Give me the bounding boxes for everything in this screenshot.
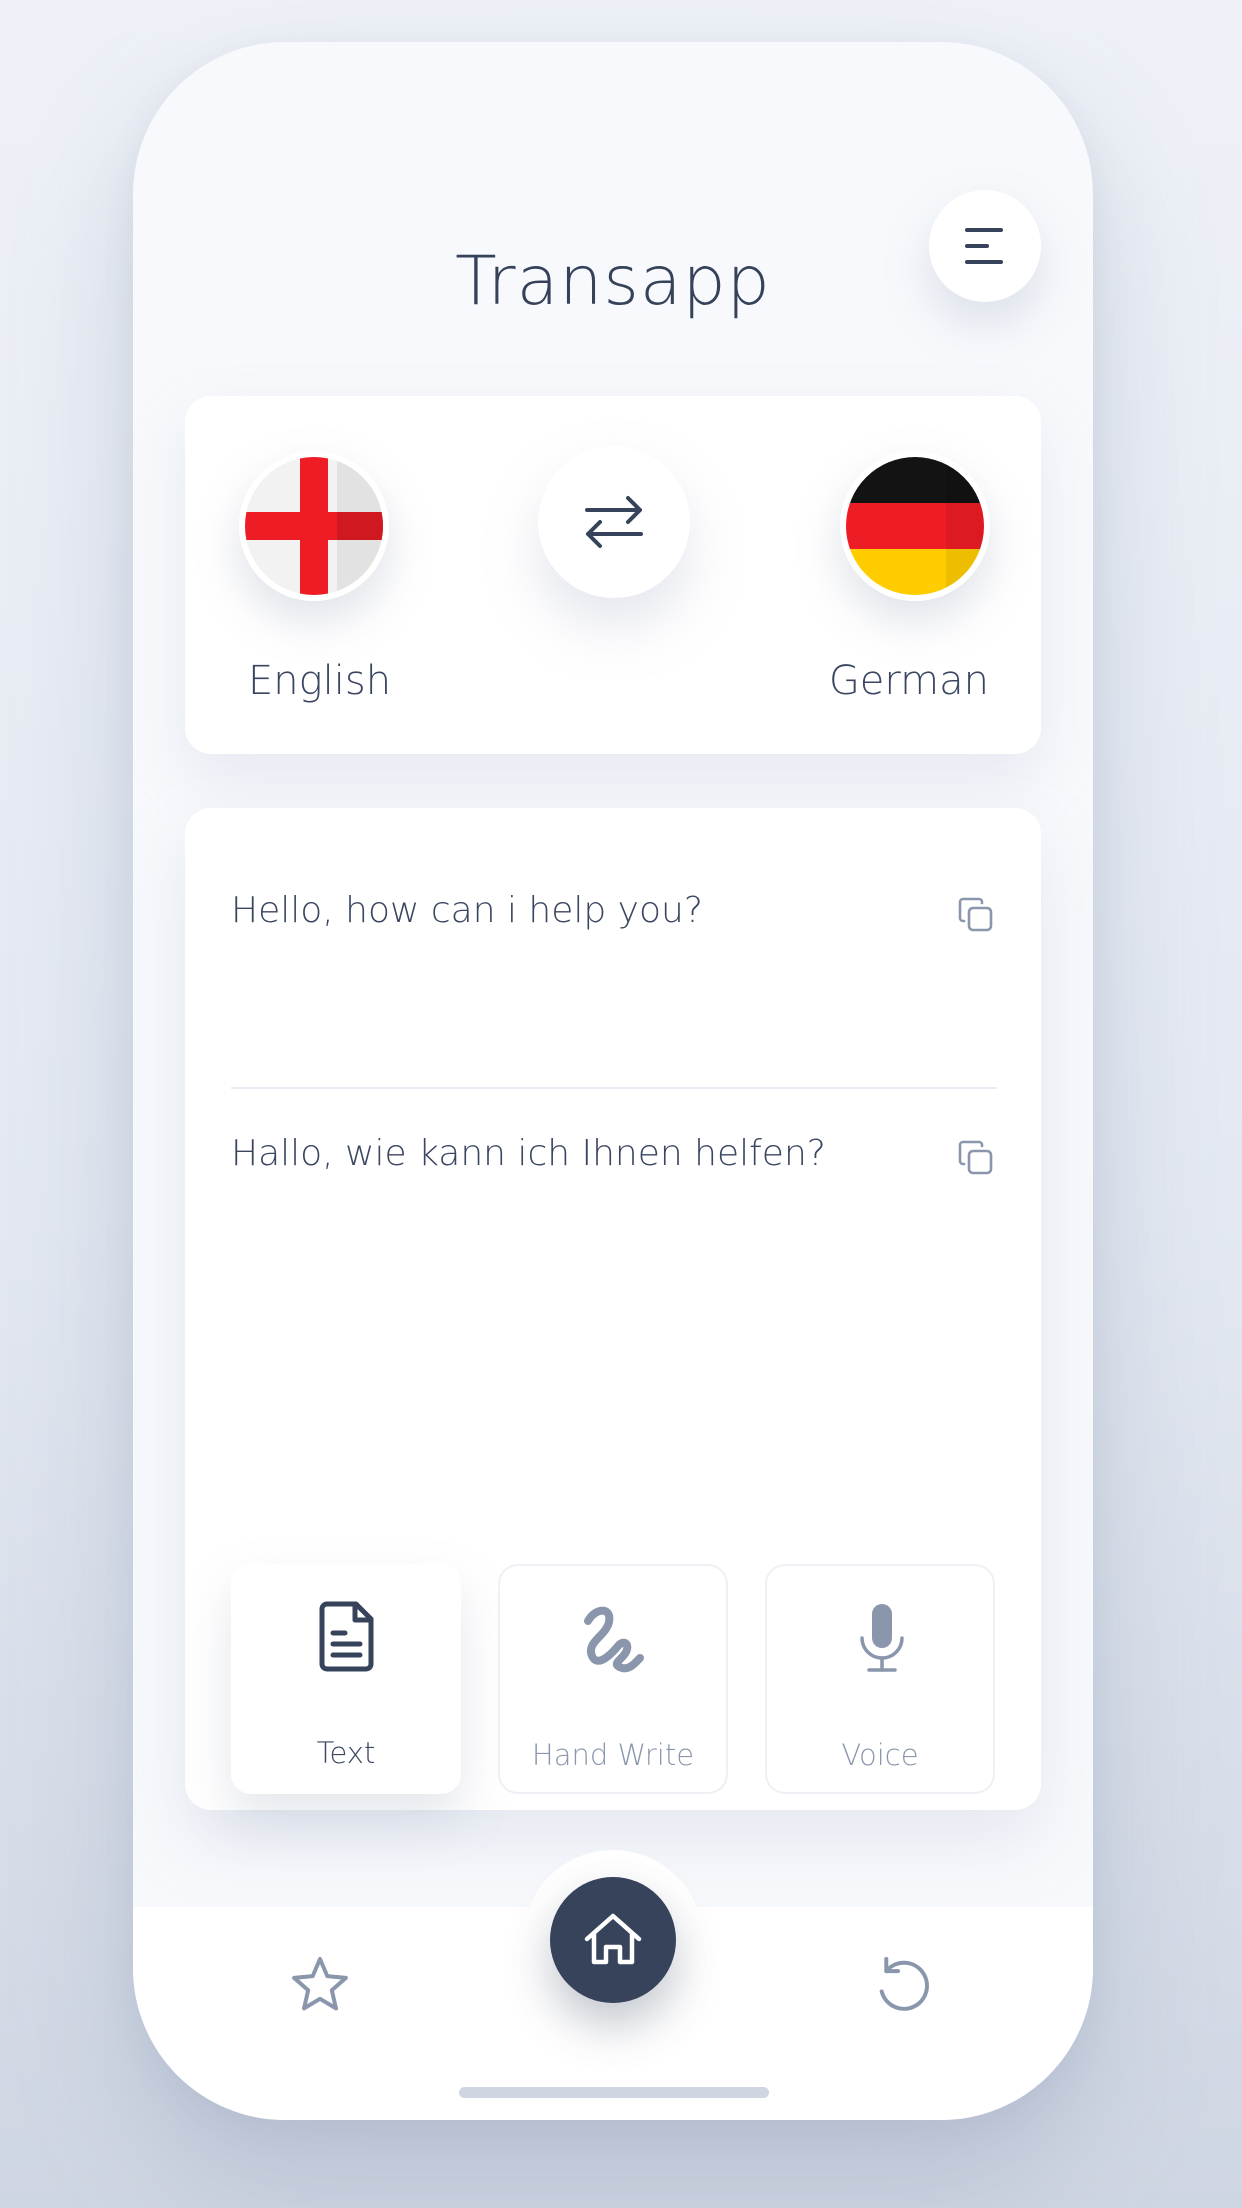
voice-mode-button[interactable]: Voice [765, 1564, 995, 1794]
home-indicator [459, 2087, 769, 2098]
phone-frame: Transapp English German Hello, how can i… [133, 42, 1093, 2120]
history-icon[interactable] [873, 1954, 935, 2016]
germany-flag-icon [846, 457, 984, 595]
translation-card: Hello, how can i help you? Hallo, wie ka… [185, 808, 1041, 1810]
england-flag-icon [245, 457, 383, 595]
target-language-label[interactable]: German [829, 658, 989, 704]
translated-text: Hallo, wie kann ich Ihnen helfen? [231, 1133, 826, 1174]
star-icon[interactable] [289, 1954, 351, 2016]
menu-icon [965, 228, 1003, 264]
copy-icon[interactable] [955, 894, 997, 936]
menu-button[interactable] [929, 190, 1041, 302]
divider [231, 1087, 997, 1089]
target-language-flag[interactable] [840, 451, 990, 601]
source-language-label[interactable]: English [248, 658, 391, 704]
language-selector-card: English German [185, 396, 1041, 754]
text-mode-label: Text [316, 1736, 376, 1770]
copy-icon[interactable] [955, 1137, 997, 1179]
home-button[interactable] [550, 1877, 676, 2003]
text-mode-button[interactable]: Text [231, 1564, 461, 1794]
hand-write-mode-button[interactable]: Hand Write [498, 1564, 728, 1794]
source-text[interactable]: Hello, how can i help you? [231, 890, 703, 931]
swap-languages-button[interactable] [538, 446, 690, 598]
swap-arrows-icon [585, 496, 643, 548]
voice-mode-label: Voice [841, 1738, 919, 1772]
hand-write-mode-label: Hand Write [531, 1738, 695, 1772]
home-icon [584, 1913, 642, 1965]
source-language-flag[interactable] [239, 451, 389, 601]
